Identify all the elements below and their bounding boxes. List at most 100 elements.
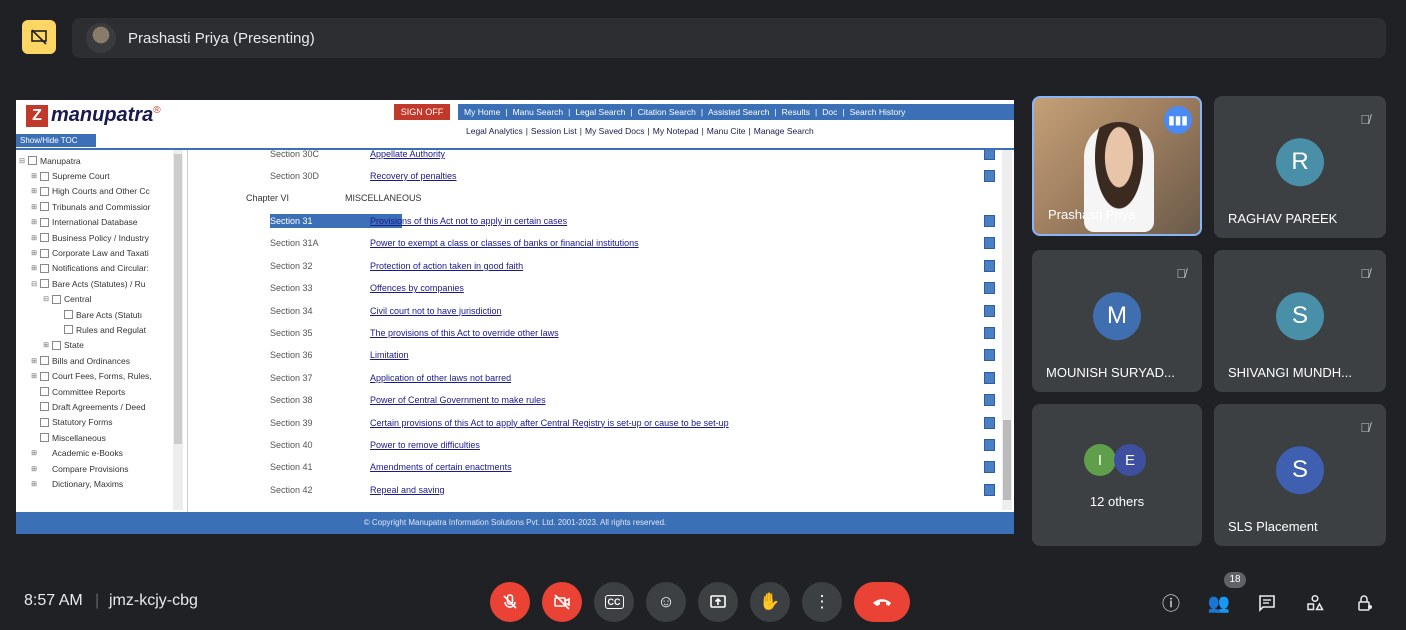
toc-item[interactable]: ⊞ Academic e-Books xyxy=(16,445,187,460)
captions-button[interactable]: CC xyxy=(594,582,634,622)
document-icon[interactable] xyxy=(984,394,995,407)
toc-checkbox[interactable] xyxy=(40,263,49,273)
toc-item[interactable]: Miscellaneous xyxy=(16,430,187,445)
toc-checkbox[interactable] xyxy=(40,233,49,243)
expand-icon[interactable]: ⊟ xyxy=(30,280,38,288)
document-icon[interactable] xyxy=(984,259,995,272)
toc-checkbox[interactable] xyxy=(40,356,49,366)
host-controls-button[interactable] xyxy=(1352,590,1378,616)
toc-checkbox[interactable] xyxy=(40,186,49,196)
expand-icon[interactable]: ⊞ xyxy=(30,264,38,272)
toc-item[interactable]: ⊞ International Database xyxy=(16,215,187,230)
section-link[interactable]: Application of other laws not barred xyxy=(370,373,511,383)
expand-icon[interactable]: ⊞ xyxy=(30,465,38,473)
toc-checkbox[interactable] xyxy=(64,325,73,335)
info-button[interactable]: ⓘ xyxy=(1158,590,1184,616)
document-icon[interactable] xyxy=(984,304,995,317)
section-link[interactable]: Power of Central Government to make rule… xyxy=(370,395,546,405)
participant-tile[interactable]: 🎙̸ M MOUNISH SURYAD... xyxy=(1032,250,1202,392)
section-link[interactable]: Recovery of penalties xyxy=(370,171,457,181)
toc-item[interactable]: Statutory Forms xyxy=(16,415,187,430)
toc-item[interactable]: ⊞ Corporate Law and Taxati xyxy=(16,245,187,260)
nav-link[interactable]: Manu Search xyxy=(500,107,564,117)
toc-item[interactable]: Bare Acts (Statutı xyxy=(16,307,187,322)
expand-icon[interactable]: ⊞ xyxy=(30,172,38,180)
section-link[interactable]: Appellate Authority xyxy=(370,150,445,159)
toc-item[interactable]: ⊟ Bare Acts (Statutes) / Ru xyxy=(16,276,187,291)
nav-link[interactable]: My Home xyxy=(464,107,500,117)
expand-icon[interactable]: ⊞ xyxy=(30,187,38,195)
toc-scroll-thumb[interactable] xyxy=(174,154,182,444)
section-link[interactable]: Protection of action taken in good faith xyxy=(370,261,523,271)
expand-icon[interactable]: ⊟ xyxy=(18,157,26,165)
toc-item[interactable]: ⊞ State xyxy=(16,338,187,353)
toc-item[interactable]: ⊞ Notifications and Circular: xyxy=(16,261,187,276)
section-link[interactable]: The provisions of this Act to override o… xyxy=(370,328,559,338)
document-icon[interactable] xyxy=(984,461,995,474)
expand-icon[interactable]: ⊞ xyxy=(30,249,38,257)
document-icon[interactable] xyxy=(984,327,995,339)
content-scroll-thumb[interactable] xyxy=(1003,420,1011,500)
toc-item[interactable]: Committee Reports xyxy=(16,384,187,399)
document-icon[interactable] xyxy=(984,215,995,227)
expand-icon[interactable]: ⊞ xyxy=(30,203,38,211)
toc-item[interactable]: Rules and Regulat xyxy=(16,322,187,337)
section-link[interactable]: Certain provisions of this Act to apply … xyxy=(370,418,729,428)
document-icon[interactable] xyxy=(984,371,995,384)
document-icon[interactable] xyxy=(984,439,995,451)
toc-checkbox[interactable] xyxy=(40,433,49,443)
toc-scrollbar[interactable] xyxy=(173,150,183,510)
expand-icon[interactable]: ⊞ xyxy=(30,357,38,365)
toc-checkbox[interactable] xyxy=(28,156,37,166)
document-icon[interactable] xyxy=(984,416,995,429)
document-icon[interactable] xyxy=(984,483,995,496)
expand-icon[interactable]: ⊞ xyxy=(30,449,38,457)
section-link[interactable]: Power to exempt a class or classes of ba… xyxy=(370,238,639,248)
document-icon[interactable] xyxy=(984,282,995,295)
sign-off-button[interactable]: SIGN OFF xyxy=(394,104,450,120)
nav-link[interactable]: Results xyxy=(769,107,810,117)
toc-checkbox[interactable] xyxy=(40,217,49,227)
toc-item[interactable]: ⊞ Dictionary, Maxims xyxy=(16,476,187,491)
document-icon[interactable] xyxy=(984,349,995,362)
toc-checkbox[interactable] xyxy=(40,371,49,381)
toc-checkbox[interactable] xyxy=(40,417,49,427)
expand-icon[interactable]: ⊞ xyxy=(30,234,38,242)
toc-item[interactable]: ⊞ Compare Provisions xyxy=(16,461,187,476)
section-link[interactable]: Provisions of this Act not to apply in c… xyxy=(370,216,567,226)
toc-checkbox[interactable] xyxy=(40,402,49,412)
people-button[interactable]: 👥 xyxy=(1206,590,1232,616)
toc-checkbox[interactable] xyxy=(52,340,61,350)
chat-button[interactable] xyxy=(1254,590,1280,616)
toc-checkbox[interactable] xyxy=(40,387,49,397)
others-tile[interactable]: I E 12 others xyxy=(1032,404,1202,546)
nav-link[interactable]: Citation Search xyxy=(625,107,696,117)
toc-item[interactable]: ⊞ High Courts and Other Cc xyxy=(16,184,187,199)
expand-icon[interactable]: ⊟ xyxy=(42,295,50,303)
toc-item[interactable]: ⊞ Bills and Ordinances xyxy=(16,353,187,368)
toc-toggle-button[interactable]: Show/Hide TOC xyxy=(16,134,96,147)
nav-link[interactable]: Search History xyxy=(837,107,906,117)
toc-item[interactable]: ⊞ Supreme Court xyxy=(16,168,187,183)
expand-icon[interactable]: ⊞ xyxy=(30,218,38,226)
document-icon[interactable] xyxy=(984,237,995,250)
toc-checkbox[interactable] xyxy=(52,294,61,304)
toc-item[interactable]: Draft Agreements / Deed xyxy=(16,399,187,414)
document-icon[interactable] xyxy=(984,150,995,160)
section-link[interactable]: Repeal and saving xyxy=(370,485,445,495)
mic-off-button[interactable] xyxy=(490,582,530,622)
nav-link[interactable]: Doc xyxy=(810,107,837,117)
nav-link[interactable]: My Notepad xyxy=(645,126,699,136)
toc-item[interactable]: ⊞ Tribunals and Commissior xyxy=(16,199,187,214)
document-icon[interactable] xyxy=(984,170,995,182)
section-link[interactable]: Civil court not to have jurisdiction xyxy=(370,306,502,316)
section-link[interactable]: Offences by companies xyxy=(370,283,464,293)
present-button[interactable] xyxy=(698,582,738,622)
activities-button[interactable] xyxy=(1302,590,1328,616)
expand-icon[interactable]: ⊞ xyxy=(30,372,38,380)
more-options-button[interactable]: ⋮ xyxy=(802,582,842,622)
section-link[interactable]: Power to remove difficulties xyxy=(370,440,480,450)
toc-item[interactable]: ⊟ Manupatra xyxy=(16,153,187,168)
section-link[interactable]: Limitation xyxy=(370,350,409,360)
emoji-button[interactable]: ☺ xyxy=(646,582,686,622)
